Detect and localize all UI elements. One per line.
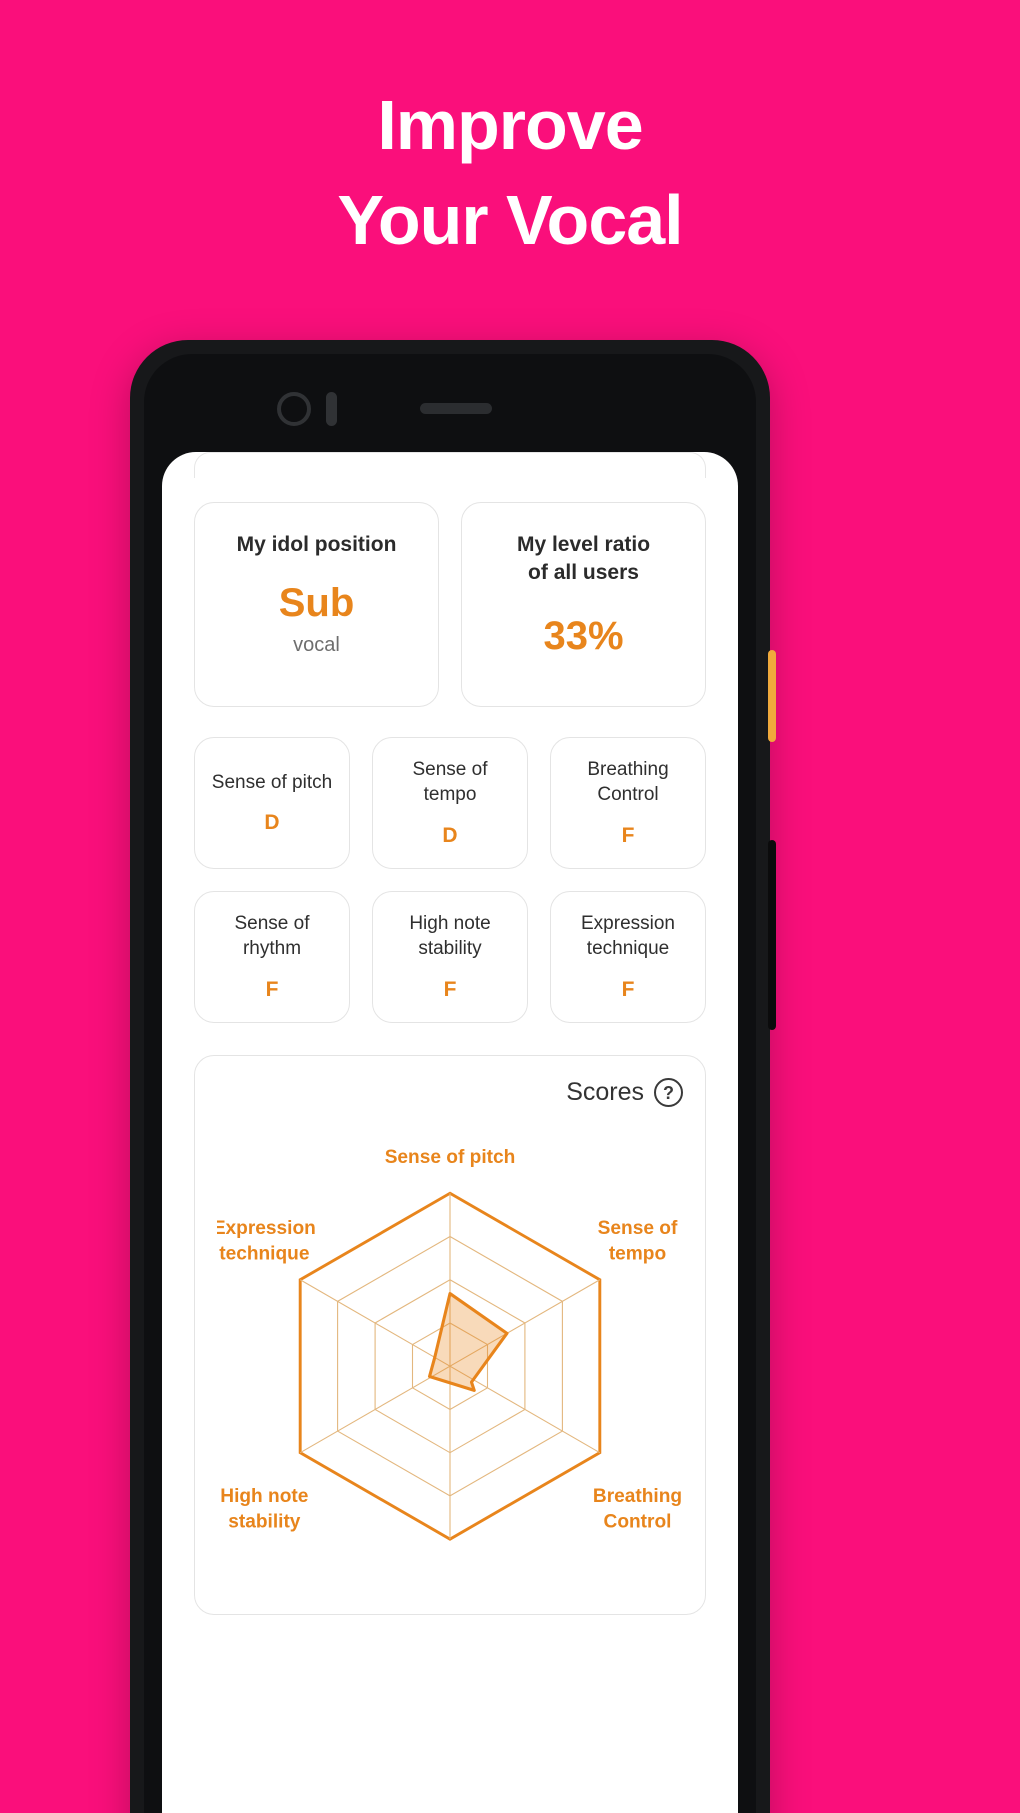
radar-label-expression-technique-line2: technique	[219, 1244, 309, 1265]
radar-chart-svg: Sense of pitch Sense of tempo Expression…	[217, 1147, 682, 1541]
camera-icon	[277, 392, 311, 426]
metric-grade: D	[442, 823, 458, 847]
help-icon[interactable]: ?	[654, 1078, 683, 1107]
metric-grid: Sense of pitch D Sense of tempo D Breath…	[194, 737, 706, 1023]
metric-grade: F	[621, 977, 635, 1001]
metric-label: High note stability	[409, 912, 490, 961]
earpiece-speaker	[420, 403, 492, 414]
metric-label: Sense of tempo	[413, 758, 488, 807]
metric-label-line-1: Sense of	[234, 913, 310, 935]
idol-position-card[interactable]: My idol position Sub vocal	[194, 502, 439, 707]
radar-label-high-note-stability-line2: stability	[228, 1511, 301, 1532]
metric-label: Sense of rhythm	[235, 912, 310, 961]
metric-card-sense-of-tempo[interactable]: Sense of tempo D	[372, 737, 528, 869]
metric-label-line-1: High note	[409, 913, 491, 935]
metric-card-sense-of-pitch[interactable]: Sense of pitch D	[194, 737, 350, 869]
metric-label-line-2: tempo	[423, 784, 477, 805]
idol-position-value: Sub	[278, 581, 355, 626]
metric-label-line-2: rhythm	[242, 938, 302, 959]
idol-position-sub: vocal	[293, 634, 340, 657]
metric-label-line-1: Expression	[581, 913, 675, 935]
radar-label-high-note-stability: High note	[220, 1486, 308, 1507]
radar-data-polygon	[427, 1292, 509, 1392]
metric-label-line-2: stability	[418, 938, 482, 959]
metric-grade: F	[265, 977, 279, 1001]
phone-mockup: My idol position Sub vocal My level rati…	[130, 340, 776, 1813]
metric-card-expression-technique[interactable]: Expression technique F	[550, 891, 706, 1023]
phone-bezel: My idol position Sub vocal My level rati…	[144, 354, 756, 1813]
volume-button[interactable]	[768, 650, 776, 742]
headline-line-1: Improve	[377, 86, 643, 164]
metric-grade: F	[621, 823, 635, 847]
power-button[interactable]	[768, 840, 776, 1030]
radar-label-breathing-control-line2: Control	[604, 1511, 672, 1532]
level-ratio-card[interactable]: My level ratio of all users 33%	[461, 502, 706, 707]
radar-label-breathing-control: Breathing	[593, 1486, 682, 1507]
metric-card-breathing-control[interactable]: Breathing Control F	[550, 737, 706, 869]
metric-label-line-1: Breathing	[587, 759, 669, 781]
level-ratio-title-line-1: My level ratio	[516, 533, 651, 556]
scores-title: Scores	[566, 1078, 644, 1106]
metric-label: Breathing Control	[587, 758, 668, 807]
level-ratio-title-line-2: of all users	[528, 561, 639, 585]
metric-label-line-2: technique	[586, 938, 670, 959]
scores-header: Scores ?	[217, 1078, 683, 1107]
metric-label-line-1: Sense of pitch	[211, 771, 333, 793]
radar-label-sense-of-tempo-line2: tempo	[609, 1244, 666, 1265]
metric-label-line-2: Control	[597, 784, 659, 805]
metric-label: Sense of pitch	[212, 771, 332, 796]
radar-chart: Sense of pitch Sense of tempo Expression…	[217, 1113, 683, 1583]
level-ratio-title: My level ratio of all users	[517, 531, 650, 588]
level-ratio-value: 33%	[543, 613, 624, 658]
partial-card-above	[194, 452, 706, 478]
radar-label-sense-of-tempo: Sense of	[598, 1218, 678, 1239]
metric-grade: D	[264, 811, 280, 835]
app-screen: My idol position Sub vocal My level rati…	[162, 452, 738, 1813]
radar-label-sense-of-pitch: Sense of pitch	[385, 1147, 516, 1168]
metric-label: Expression technique	[581, 912, 675, 961]
metric-label-line-1: Sense of	[412, 759, 488, 781]
headline-line-2: Your Vocal	[337, 180, 683, 259]
metric-card-high-note-stability[interactable]: High note stability F	[372, 891, 528, 1023]
sensor-icon	[326, 392, 337, 426]
scores-card: Scores ? Sense of pitch Sense of tempo E…	[194, 1055, 706, 1615]
metric-grade: F	[443, 977, 457, 1001]
metric-card-sense-of-rhythm[interactable]: Sense of rhythm F	[194, 891, 350, 1023]
idol-position-title: My idol position	[236, 533, 397, 556]
promo-headline: Improve Your Vocal	[0, 78, 1020, 267]
radar-label-expression-technique: Expression	[217, 1218, 316, 1239]
summary-card-row: My idol position Sub vocal My level rati…	[194, 502, 706, 707]
